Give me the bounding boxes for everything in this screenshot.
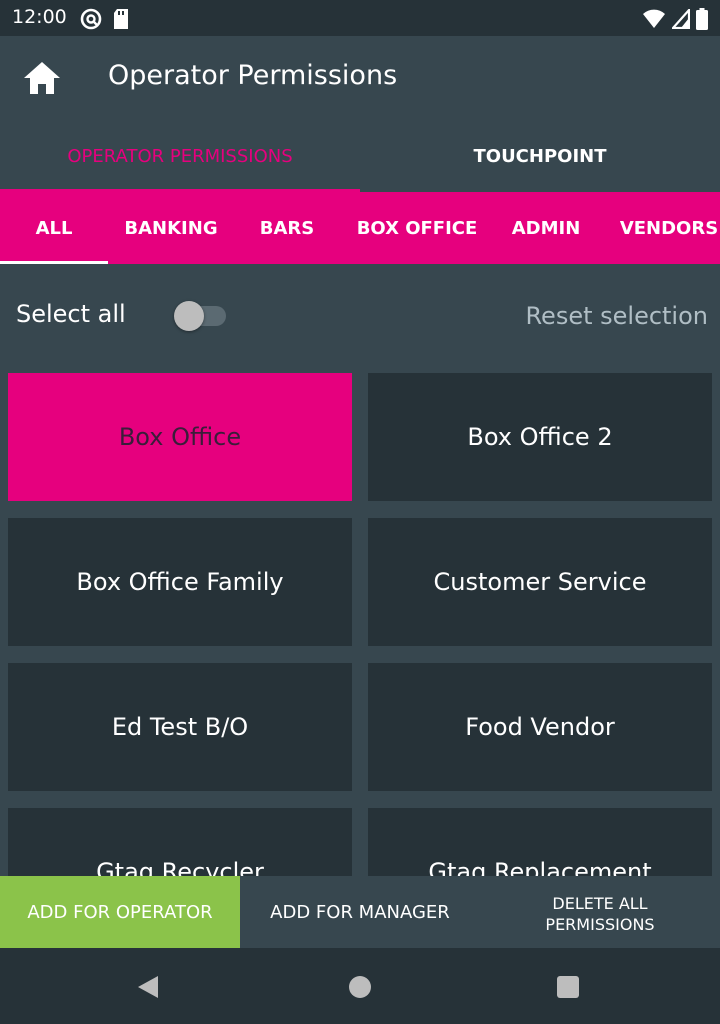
select-all-toggle[interactable] xyxy=(174,301,226,331)
tab-touchpoint[interactable]: TOUCHPOINT xyxy=(360,120,720,192)
permission-tile[interactable]: Ed Test B/O xyxy=(8,663,352,791)
system-nav-bar xyxy=(0,948,720,1024)
add-for-manager-button[interactable]: ADD FOR MANAGER xyxy=(240,876,480,948)
permission-tile[interactable]: Gtag Recycler xyxy=(8,808,352,876)
back-icon[interactable] xyxy=(136,974,160,1000)
primary-tabs: OPERATOR PERMISSIONS TOUCHPOINT xyxy=(0,120,720,192)
delete-all-permissions-button[interactable]: DELETE ALL PERMISSIONS xyxy=(480,876,720,948)
page-title: Operator Permissions xyxy=(108,60,398,91)
reset-selection-button[interactable]: Reset selection xyxy=(525,302,708,330)
tab-operator-permissions[interactable]: OPERATOR PERMISSIONS xyxy=(0,120,360,192)
status-bar: 12:00 xyxy=(0,0,720,36)
tab-admin[interactable]: ADMIN xyxy=(494,192,598,264)
select-row: Select all Reset selection xyxy=(0,280,720,352)
permission-tile[interactable]: Food Vendor xyxy=(368,663,712,791)
recents-icon[interactable] xyxy=(557,976,579,998)
add-for-operator-button[interactable]: ADD FOR OPERATOR xyxy=(0,876,240,948)
tab-vendors[interactable]: VENDORS xyxy=(598,192,720,264)
permission-tile[interactable]: Box Office xyxy=(8,373,352,501)
permission-tile[interactable]: Box Office 2 xyxy=(368,373,712,501)
permission-tile[interactable]: Customer Service xyxy=(368,518,712,646)
tab-bars[interactable]: BARS xyxy=(234,192,340,264)
signal-icon xyxy=(672,9,690,29)
home-nav-icon[interactable] xyxy=(349,976,371,998)
select-all-label: Select all xyxy=(16,300,126,328)
permission-tile[interactable]: Box Office Family xyxy=(8,518,352,646)
home-icon[interactable] xyxy=(22,60,62,96)
wifi-icon xyxy=(643,9,665,28)
delete-all-label-line2: PERMISSIONS xyxy=(545,915,655,934)
toggle-thumb xyxy=(174,301,204,331)
delete-all-label-line1: DELETE ALL xyxy=(552,894,648,913)
app-bar: Operator Permissions xyxy=(0,36,720,120)
category-tabs: ALL BANKING BARS BOX OFFICE ADMIN VENDOR… xyxy=(0,192,720,264)
tab-box-office[interactable]: BOX OFFICE xyxy=(340,192,494,264)
status-time: 12:00 xyxy=(12,6,67,28)
tab-all[interactable]: ALL xyxy=(0,192,108,264)
permission-tile[interactable]: Gtag Replacement xyxy=(368,808,712,876)
permission-grid: Box Office Box Office 2 Box Office Famil… xyxy=(8,373,712,876)
tab-banking[interactable]: BANKING xyxy=(108,192,234,264)
action-bar: ADD FOR OPERATOR ADD FOR MANAGER DELETE … xyxy=(0,876,720,948)
battery-icon xyxy=(696,8,708,30)
at-sign-icon xyxy=(80,8,102,30)
sd-card-icon xyxy=(114,9,128,29)
